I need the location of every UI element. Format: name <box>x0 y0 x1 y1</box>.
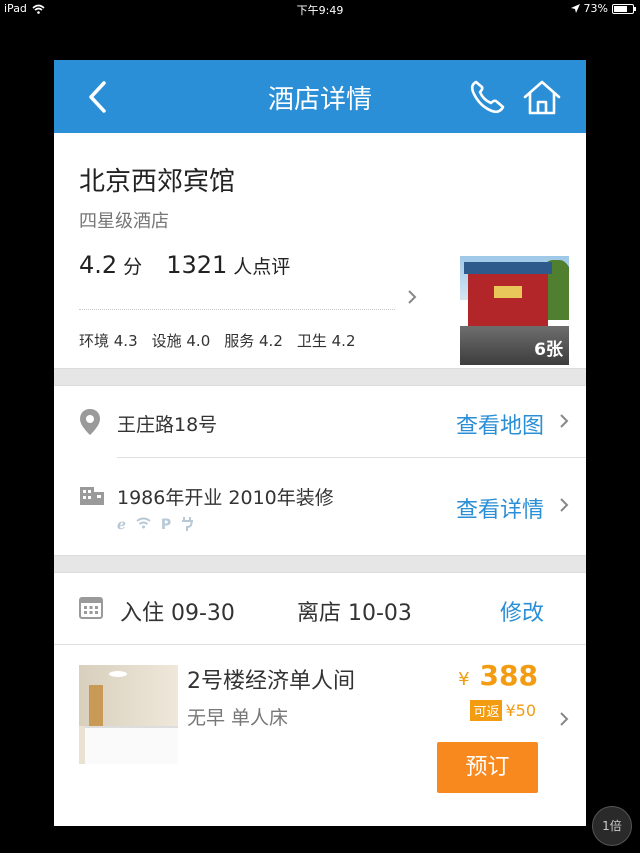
app-window: 酒店详情 北京西郊宾馆 四星级酒店 4.2 分 1321 人点评 环境 4.3 … <box>54 60 586 826</box>
edit-dates-button[interactable]: 修改 <box>500 595 544 627</box>
hotel-open-renovate: 1986年开业 2010年装修 <box>117 487 334 509</box>
view-map-link[interactable]: 查看地图 <box>456 408 544 440</box>
hotel-score: 4.2 分 1321 人点评 <box>79 251 290 279</box>
chevron-right-icon[interactable] <box>558 497 570 513</box>
room-name: 2号楼经济单人间 <box>187 669 355 694</box>
subscore-environment: 环境 4.3 <box>79 332 138 350</box>
review-count: 1321 <box>166 251 228 279</box>
room-photo[interactable] <box>79 665 178 764</box>
review-label: 人点评 <box>233 256 291 278</box>
section-gap <box>54 555 586 573</box>
view-details-link[interactable]: 查看详情 <box>456 492 544 524</box>
hotel-name: 北京西郊宾馆 <box>79 167 236 197</box>
rebate: 可返 ¥50 <box>470 700 536 721</box>
chevron-right-icon[interactable] <box>558 413 570 429</box>
zoom-button[interactable]: 1倍 <box>592 806 632 846</box>
room-photo-bed <box>85 726 178 764</box>
photo-count: 6张 <box>534 340 563 360</box>
calendar-icon <box>79 597 103 619</box>
home-icon[interactable] <box>522 78 562 116</box>
rebate-tag: 可返 <box>470 700 503 721</box>
location-pin-icon <box>80 409 100 435</box>
battery-icon <box>612 3 636 14</box>
address-row[interactable]: 王庄路18号 查看地图 <box>54 386 586 458</box>
page-title: 酒店详情 <box>267 85 372 115</box>
chevron-right-icon[interactable] <box>406 289 418 305</box>
room-photo-lamp <box>109 671 127 677</box>
amenity-icons: ℯ P <box>117 517 194 533</box>
status-bar: iPad 下午9:49 73% <box>0 0 640 18</box>
wifi-icon <box>136 517 151 529</box>
section-gap <box>54 368 586 386</box>
address-text: 王庄路18号 <box>117 414 218 436</box>
book-button[interactable]: 预订 <box>437 742 538 793</box>
nav-bar: 酒店详情 <box>54 60 586 133</box>
photo-plaque <box>494 286 522 298</box>
status-time: 下午9:49 <box>296 4 344 17</box>
phone-icon[interactable] <box>468 78 506 116</box>
rebate-amount: ¥50 <box>505 701 536 720</box>
subscore-facilities: 设施 4.0 <box>151 332 211 350</box>
score-divider <box>79 309 395 310</box>
rating-unit: 分 <box>123 256 143 278</box>
date-row[interactable]: 入住 09-30 离店 10-03 修改 <box>54 573 586 645</box>
chevron-right-icon[interactable] <box>558 711 570 727</box>
checkout-date: 离店 10-03 <box>297 601 412 626</box>
hotel-photo[interactable]: 6张 <box>460 256 569 365</box>
rating-value: 4.2 <box>79 251 118 279</box>
status-right: 73% <box>570 2 636 15</box>
hotel-summary[interactable]: 北京西郊宾馆 四星级酒店 4.2 分 1321 人点评 环境 4.3 设施 4.… <box>54 133 586 368</box>
parking-icon: P <box>160 517 172 533</box>
room-price: ¥ 388 <box>458 659 538 692</box>
battery-percent: 73% <box>583 2 608 15</box>
hotel-star-level: 四星级酒店 <box>79 211 169 232</box>
hotel-info-row[interactable]: 1986年开业 2010年装修 ℯ P 查看详情 <box>54 458 586 555</box>
subscores: 环境 4.3 设施 4.0 服务 4.2 卫生 4.2 <box>79 330 356 351</box>
plug-icon <box>182 517 194 531</box>
room-photo-door <box>89 685 103 729</box>
location-arrow-icon <box>570 4 580 13</box>
checkin-date: 入住 09-30 <box>120 601 235 626</box>
price-value: 388 <box>479 659 538 692</box>
room-item[interactable]: 2号楼经济单人间 无早 单人床 ¥ 388 可返 ¥50 预订 <box>54 645 586 825</box>
subscore-hygiene: 卫生 4.2 <box>296 332 356 350</box>
price-currency: ¥ <box>458 669 470 690</box>
subscore-service: 服务 4.2 <box>224 332 283 350</box>
building-icon <box>80 487 104 505</box>
photo-roof <box>464 262 552 274</box>
battery-fill <box>614 5 628 12</box>
ie-internet-icon: ℯ <box>117 517 126 533</box>
room-desc: 无早 单人床 <box>187 707 289 729</box>
